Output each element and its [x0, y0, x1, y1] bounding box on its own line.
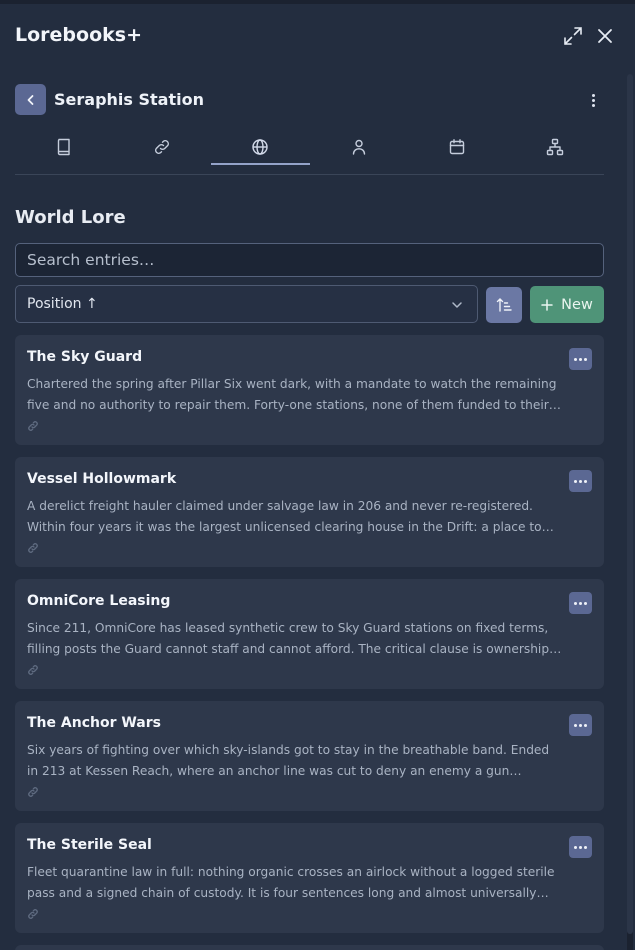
entry-title: The Sterile Seal — [27, 837, 152, 853]
entry-title: The Sky Guard — [27, 349, 143, 365]
search-input[interactable] — [15, 243, 604, 277]
book-icon — [57, 138, 70, 156]
sort-direction-button[interactable] — [486, 287, 522, 323]
link-status-icon — [28, 665, 38, 675]
book-row: Seraphis Station — [15, 84, 605, 118]
tab-relations[interactable] — [506, 128, 604, 174]
sort-ascending-icon — [496, 298, 512, 312]
entry-card[interactable]: The Sky Guard Chartered the spring after… — [15, 335, 604, 445]
lorebook-tabs — [15, 128, 604, 175]
expand-button[interactable] — [561, 24, 585, 48]
ellipsis-icon — [574, 601, 577, 605]
calendar-icon — [449, 139, 464, 155]
link-status-icon — [28, 787, 38, 797]
new-entry-label: New — [561, 296, 593, 313]
book-title: Seraphis Station — [54, 90, 204, 109]
entry-card[interactable]: The Anchor Wars Six years of fighting ov… — [15, 701, 604, 811]
entry-title: The Anchor Wars — [27, 715, 161, 731]
entry-description: Six years of fighting over which sky-isl… — [27, 743, 550, 778]
entry-card[interactable]: Vessel Hollowmark A derelict freight hau… — [15, 457, 604, 567]
person-icon — [352, 139, 365, 155]
entry-menu-button[interactable] — [569, 714, 592, 736]
chevron-left-icon — [27, 94, 33, 105]
app-header: Lorebooks+ — [0, 4, 635, 70]
ellipsis-icon — [574, 357, 577, 361]
entry-description: Fleet quarantine law in full: nothing or… — [27, 865, 555, 900]
expand-icon — [564, 27, 582, 45]
sort-select-value: Position ↑ — [27, 296, 98, 312]
entry-description: Since 211, OmniCore has leased synthetic… — [27, 621, 550, 656]
entry-title: Vessel Hollowmark — [27, 471, 177, 487]
sort-select[interactable]: Position ↑ — [15, 285, 478, 323]
link-status-icon — [28, 421, 38, 431]
chevron-down-icon — [452, 302, 462, 308]
entry-menu-button[interactable] — [569, 592, 592, 614]
tab-world-lore[interactable] — [211, 128, 310, 174]
scrollbar-thumb[interactable] — [627, 74, 633, 934]
entry-menu-button[interactable] — [569, 470, 592, 492]
entry-title: OmniCore Leasing — [27, 593, 171, 609]
tab-characters[interactable] — [310, 128, 408, 174]
section-title: World Lore — [15, 207, 126, 228]
plus-icon — [541, 298, 553, 311]
tab-links[interactable] — [113, 128, 211, 174]
lorebooks-panel: Lorebooks+ Seraphis Station World Lore S… — [0, 0, 635, 950]
entry-list: The Sky Guard Chartered the spring after… — [15, 335, 604, 950]
entry-card-partial[interactable] — [15, 945, 604, 950]
entry-card[interactable]: OmniCore Leasing Since 211, OmniCore has… — [15, 579, 604, 689]
entry-description: Chartered the spring after Pillar Six we… — [27, 377, 557, 412]
ellipsis-icon — [574, 845, 577, 849]
tab-book[interactable] — [15, 128, 113, 174]
back-button[interactable] — [15, 84, 46, 115]
tab-timeline[interactable] — [408, 128, 506, 174]
hierarchy-icon — [546, 138, 564, 156]
new-entry-button[interactable]: New — [530, 286, 604, 323]
entry-card[interactable]: The Sterile Seal Fleet quarantine law in… — [15, 823, 604, 933]
link-status-icon — [28, 909, 38, 919]
kebab-vertical-icon — [591, 93, 595, 97]
ellipsis-icon — [574, 723, 577, 727]
close-button[interactable] — [593, 24, 617, 48]
app-title: Lorebooks+ — [15, 24, 142, 46]
entry-menu-button[interactable] — [569, 348, 592, 370]
globe-icon — [252, 139, 269, 155]
scrollbar[interactable] — [627, 74, 633, 950]
link-status-icon — [28, 543, 38, 553]
entry-description: A derelict freight hauler claimed under … — [27, 499, 542, 534]
link-icon — [155, 140, 170, 154]
book-menu-button[interactable] — [585, 90, 601, 110]
ellipsis-icon — [574, 479, 577, 483]
entry-menu-button[interactable] — [569, 836, 592, 858]
close-icon — [598, 29, 612, 43]
